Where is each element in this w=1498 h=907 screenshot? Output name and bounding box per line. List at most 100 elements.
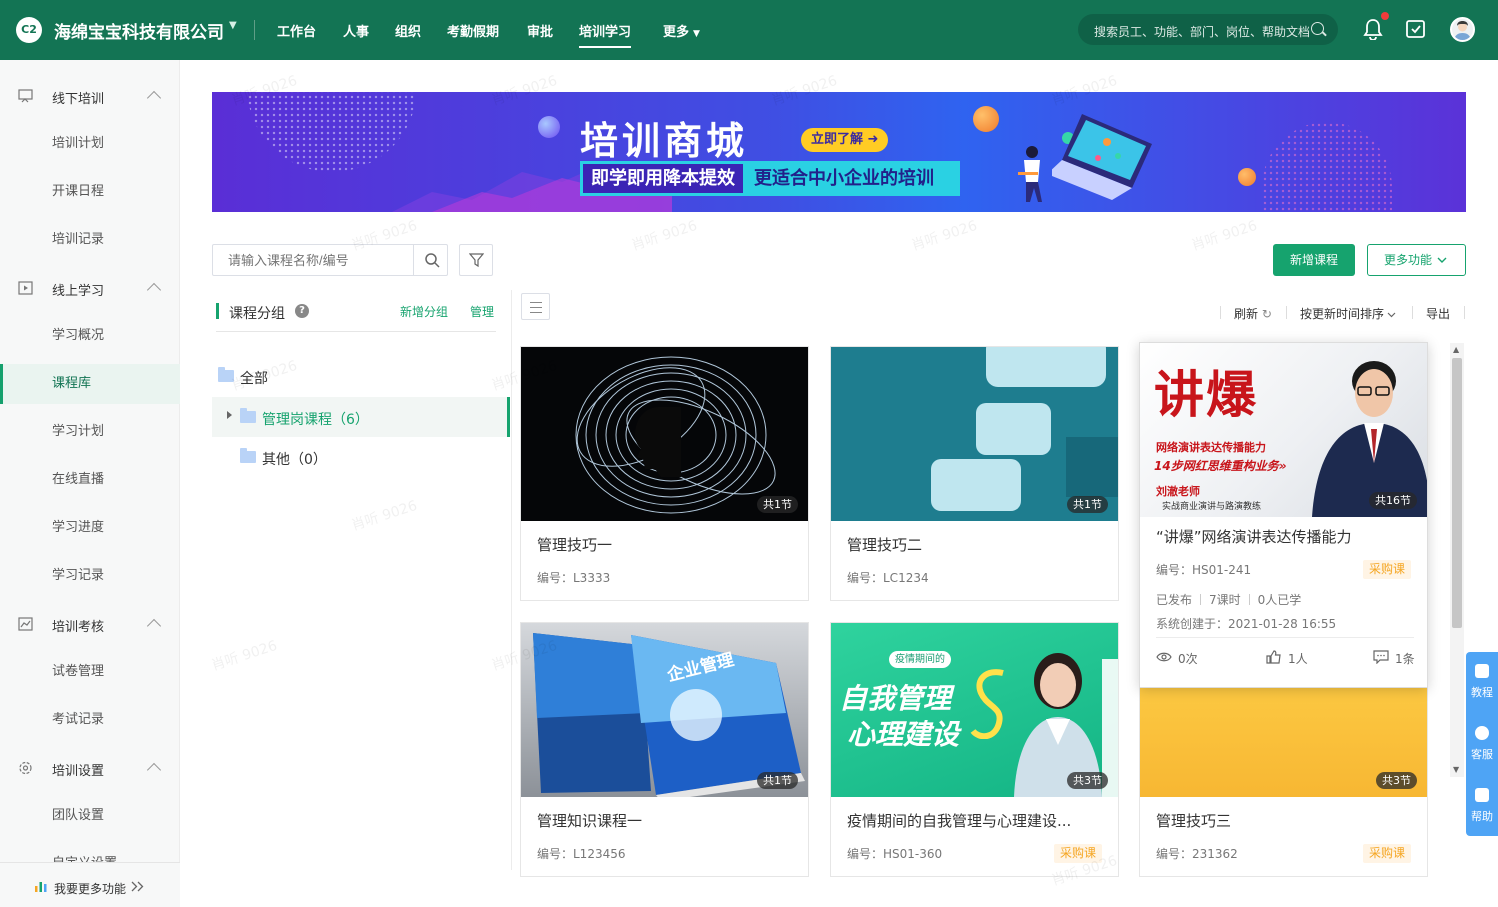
sidebar-group-offline-training[interactable]: 线下培训 [18,86,180,107]
sidebar-item-course-library[interactable]: 课程库 [0,364,180,404]
refresh-button[interactable]: 刷新 ↻ [1234,305,1272,322]
nav-workbench[interactable]: 工作台 [277,21,316,40]
add-group-link[interactable]: 新增分组 [400,303,448,320]
bell-icon[interactable] [1363,18,1383,40]
course-card-expanded[interactable]: 讲爆 网络演讲表达传播能力 14步网红思维重构业务» 刘澈老师 实战商业演讲与路… [1139,342,1428,688]
nav-attendance[interactable]: 考勤假期 [447,21,499,40]
expand-arrow-icon[interactable] [227,411,232,419]
folder-icon [240,448,256,463]
course-title[interactable]: 管理技巧一 [537,534,797,555]
company-switch-caret-icon[interactable]: ▼ [229,20,237,31]
watermark: 肖听 9026 [1189,217,1260,255]
sort-dropdown[interactable]: 按更新时间排序 [1300,305,1396,322]
help-button[interactable]: 帮助 [1466,776,1498,834]
sidebar-group-training-exam[interactable]: 培训考核 [18,614,180,635]
user-avatar[interactable] [1450,17,1475,42]
nav-approval[interactable]: 审批 [527,21,553,40]
search-button[interactable] [413,245,448,275]
section-count-badge: 共1节 [1067,496,1108,513]
banner-learn-more-button[interactable]: 立即了解 ➜ [801,128,889,152]
sidebar-group-training-settings[interactable]: 培训设置 [18,758,180,779]
course-code: 编号：L3333 [537,571,611,585]
company-logo[interactable]: C2 [16,17,42,43]
sidebar-group-label: 培训设置 [52,764,105,779]
chevron-down-icon [1387,312,1396,318]
export-button[interactable]: 导出 [1426,305,1450,322]
sidebar-item-learning-overview[interactable]: 学习概况 [0,316,180,356]
sidebar-item-exam-record[interactable]: 考试记录 [0,700,180,740]
customer-service-button[interactable]: 客服 [1466,714,1498,772]
tree-node-label: 其他（0） [262,452,327,468]
scroll-up-arrow-icon[interactable]: ▲ [1453,345,1459,354]
nav-hr[interactable]: 人事 [343,21,369,40]
tree-node-other[interactable]: 其他（0） [212,437,510,477]
comment-count[interactable]: 1条 [1373,650,1415,667]
tree-node-management-courses[interactable]: 管理岗课程（6） [212,397,510,437]
filter-button[interactable] [459,244,493,276]
like-count[interactable]: 1人 [1266,650,1308,667]
course-title[interactable]: 疫情期间的自我管理与心理建设... [847,810,1107,831]
course-card[interactable]: 共1节 管理技巧二 编号：LC1234 [830,346,1119,601]
laptop-illustration [1052,114,1152,200]
course-card[interactable]: 共1节 管理技巧一 编号：L3333 [520,346,809,601]
list-view-toggle[interactable] [521,293,550,320]
global-search-placeholder: 搜索员工、功能、部门、岗位、帮助文档 [1094,25,1311,39]
sidebar-item-learning-progress[interactable]: 学习进度 [0,508,180,548]
sidebar-item-course-schedule[interactable]: 开课日程 [0,172,180,212]
course-cover: 共1节 [831,347,1118,521]
view-count[interactable]: 0次 [1156,650,1198,667]
task-icon[interactable] [1405,19,1426,39]
chevron-up-icon[interactable] [146,90,162,106]
training-mall-banner[interactable]: 培训商城 立即了解 ➜ 即学即用降本提效 更适合中小企业的培训 [212,92,1466,212]
menu-line [530,307,542,308]
more-functions-footer[interactable]: 我要更多功能 [0,862,180,907]
sidebar-item-live-stream[interactable]: 在线直播 [0,460,180,500]
manage-group-link[interactable]: 管理 [470,303,494,320]
chat-icon [1475,726,1489,740]
top-navigation-bar: C2 海绵宝宝科技有限公司 ▼ 工作台 人事 组织 考勤假期 审批 培训学习 更… [0,0,1498,60]
course-title[interactable]: “讲爆”网络演讲表达传播能力 [1156,526,1416,547]
cover-line: 刘澈老师 [1156,485,1200,498]
chevron-up-icon[interactable] [146,762,162,778]
course-title[interactable]: 管理技巧二 [847,534,1107,555]
sidebar-item-training-plan[interactable]: 培训计划 [0,124,180,164]
tutorial-icon [1475,664,1489,678]
eye-icon [1156,652,1172,662]
scroll-down-arrow-icon[interactable]: ▼ [1453,765,1459,774]
course-cover: 疫情期间的 自我管理 心理建设 共3节 [831,623,1118,797]
sidebar-item-paper-management[interactable]: 试卷管理 [0,652,180,692]
help-icon[interactable]: ? [295,304,309,318]
course-title[interactable]: 管理技巧三 [1156,810,1416,831]
tutorial-button[interactable]: 教程 [1466,652,1498,710]
like-count-value: 1人 [1288,652,1308,666]
cover-line: 实战商业演讲与路演教练 [1162,502,1262,512]
course-cover: 共1节 [521,347,808,521]
course-card[interactable]: 企业管理 共1节 管理知识课程一 编号：L123456 [520,622,809,877]
sidebar-item-learning-record[interactable]: 学习记录 [0,556,180,596]
sidebar-item-custom-settings[interactable]: 自定义设置 [0,844,180,862]
course-search-input[interactable] [213,245,413,275]
nav-training[interactable]: 培训学习 [579,21,632,48]
nav-organization[interactable]: 组织 [395,21,421,40]
banner-slogan-left: 即学即用降本提效 [583,164,743,193]
sidebar-group-label: 线上学习 [52,284,105,299]
course-hours: 7课时 [1209,593,1241,607]
chevron-up-icon[interactable] [146,618,162,634]
company-name[interactable]: 海绵宝宝科技有限公司 [54,18,224,43]
nav-more[interactable]: 更多 ▼ [663,21,700,40]
search-icon[interactable] [1311,22,1324,35]
add-course-button[interactable]: 新增课程 [1273,244,1355,276]
global-search[interactable]: 搜索员工、功能、部门、岗位、帮助文档 [1078,14,1338,45]
sidebar-group-online-learning[interactable]: 线上学习 [18,278,180,299]
sidebar-item-team-settings[interactable]: 团队设置 [0,796,180,836]
course-card[interactable]: 疫情期间的 自我管理 心理建设 共3节 疫情期间的自我管理与心理建设... 编号… [830,622,1119,877]
course-title[interactable]: 管理知识课程一 [537,810,797,831]
view-count-value: 0次 [1178,652,1198,666]
more-functions-button[interactable]: 更多功能 [1367,244,1466,276]
sidebar-item-training-record[interactable]: 培训记录 [0,220,180,260]
divider [1412,306,1413,319]
chevron-up-icon[interactable] [146,282,162,298]
sidebar: 线下培训 培训计划 开课日程 培训记录 线上学习 学习概况 课程库 学习计划 在… [0,60,180,907]
scrollbar-thumb[interactable] [1452,358,1462,628]
sidebar-item-learning-plan[interactable]: 学习计划 [0,412,180,452]
